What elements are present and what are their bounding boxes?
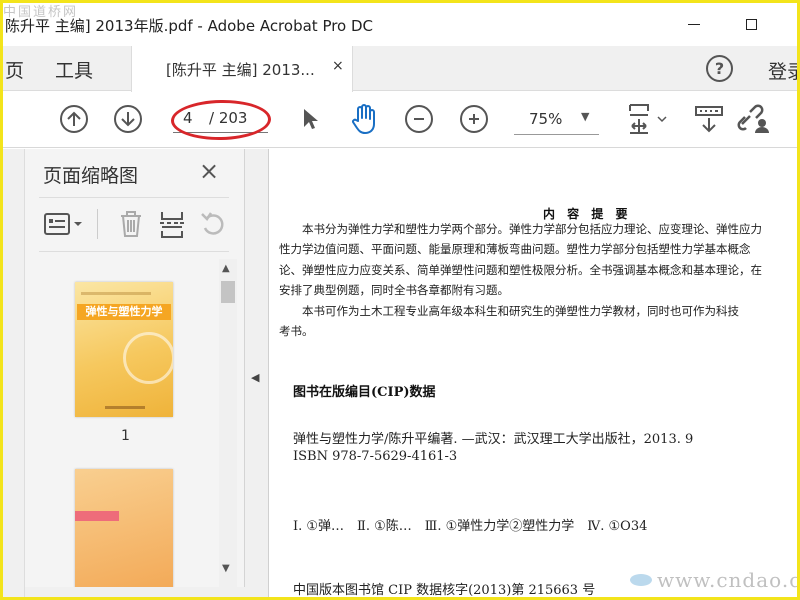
navigation-pane-strip: [3, 149, 25, 597]
select-tool-button[interactable]: [297, 102, 323, 136]
watermark-top-left: 中国道桥网: [3, 5, 79, 20]
zoom-out-button[interactable]: [405, 105, 433, 133]
title-bar: 陈升平 主编] 2013年版.pdf - Adobe Acrobat Pro D…: [3, 3, 797, 46]
cover-decoration: [123, 332, 173, 384]
sign-in-link[interactable]: 登录: [768, 57, 797, 84]
horizontal-scrollbar[interactable]: [25, 587, 245, 597]
maximize-button[interactable]: [736, 11, 766, 37]
trash-icon: [121, 211, 141, 237]
pointer-icon: [304, 109, 318, 129]
tab-bar: 页 工具 [陈升平 主编] 2013... × ? 登录: [3, 46, 797, 92]
fit-page-icon: [629, 104, 667, 134]
toolbar: 4 / 203 75% ▼: [3, 92, 797, 148]
minus-icon: [414, 118, 424, 120]
rotate-icon: [201, 212, 224, 235]
summary-line: 安排了典型例题，同时全书各章都附有习题。: [279, 283, 509, 297]
options-list-icon: [44, 213, 82, 235]
panel-collapse-strip[interactable]: ◀: [245, 149, 269, 597]
page-thumbnail-1[interactable]: 弹性与塑性力学: [75, 282, 173, 417]
highlight-ellipse: [170, 99, 272, 141]
close-tab-icon[interactable]: ×: [332, 58, 344, 74]
thumbnail-options-button[interactable]: [43, 209, 85, 239]
delete-page-button[interactable]: [117, 209, 145, 239]
summary-line: 考书。: [279, 324, 314, 338]
cip-line: ISBN 978-7-5629-4161-3: [293, 449, 458, 464]
arrow-down-icon: [121, 112, 135, 127]
plus-icon: [469, 114, 479, 124]
cover-title-band: [75, 511, 119, 521]
document-view[interactable]: 内 容 提 要 本书分为弹性力学和塑性力学两个部分。弹性力学部分包括应力理论、应…: [269, 149, 797, 598]
cip-line: 中国版本图书馆 CIP 数据核字(2013)第 215663 号: [293, 583, 596, 598]
thumbnail-list: 弹性与塑性力学 1: [25, 259, 219, 597]
rotate-page-button[interactable]: [199, 209, 227, 239]
document-tab[interactable]: [陈升平 主编] 2013... ×: [131, 46, 353, 92]
chevron-down-icon[interactable]: ▼: [581, 110, 589, 123]
summary-line: 论、弹塑性应力应变关系、简单弹塑性问题和塑性极限分析。全书强调基本概念和基本理论…: [279, 263, 762, 277]
page-thumbnail-2[interactable]: [75, 469, 173, 597]
arrow-up-icon: [67, 111, 81, 126]
help-icon[interactable]: ?: [706, 55, 733, 82]
collapse-left-icon[interactable]: ◀: [251, 371, 259, 384]
tab-home[interactable]: 页: [5, 56, 24, 83]
divider: [97, 209, 98, 239]
cover-series-line: [81, 292, 151, 295]
insert-page-icon: [160, 212, 184, 238]
zoom-level[interactable]: 75%: [529, 110, 562, 128]
hand-icon: [352, 104, 375, 134]
next-page-button[interactable]: [114, 105, 142, 133]
scroll-down-icon[interactable]: ▼: [222, 563, 230, 574]
minimize-button[interactable]: [679, 11, 709, 37]
cip-title: 图书在版编目(CIP)数据: [293, 385, 436, 400]
link-icon: [737, 104, 769, 133]
watermark-bottom-right: www.cndao.com: [657, 568, 800, 592]
panel-title: 页面缩略图: [43, 165, 139, 187]
divider: [39, 251, 229, 252]
close-panel-icon[interactable]: ×: [199, 157, 219, 185]
hand-tool-button[interactable]: [347, 102, 381, 136]
keyboard-icon: [695, 106, 723, 133]
thumbnail-scrollbar[interactable]: ▲ ▼: [219, 259, 237, 597]
minimize-icon: [688, 23, 700, 25]
acrobat-window: 陈升平 主编] 2013年版.pdf - Adobe Acrobat Pro D…: [0, 0, 800, 600]
watermark-logo: [630, 574, 652, 586]
zoom-underline: [514, 134, 599, 135]
scrollbar-thumb[interactable]: [221, 281, 235, 303]
maximize-icon: [745, 18, 757, 30]
cover-title: 弹性与塑性力学: [77, 304, 171, 320]
cover-publisher-line: [105, 406, 145, 409]
summary-line: 本书分为弹性力学和塑性力学两个部分。弹性力学部分包括应力理论、应变理论、弹性应力: [279, 222, 762, 236]
page-display-button[interactable]: [625, 102, 671, 136]
thumbnail-page-label: 1: [121, 428, 130, 444]
cip-line: Ⅰ. ①弹… Ⅱ. ①陈… Ⅲ. ①弹性力学②塑性力学 Ⅳ. ①O34: [293, 519, 648, 534]
insert-page-button[interactable]: [158, 209, 186, 239]
divider: [39, 197, 229, 198]
keyboard-tool-button[interactable]: [693, 102, 725, 136]
previous-page-button[interactable]: [60, 105, 88, 133]
summary-line: 本书可作为土木工程专业高年级本科生和研究生的弹塑性力学教材，同时也可作为科技: [279, 304, 739, 318]
page-thumbnails-panel: 页面缩略图 × 弹性与塑性力学 1 ▲ ▼: [25, 149, 245, 597]
cip-line: 弹性与塑性力学/陈升平编著. —武汉：武汉理工大学出版社，2013. 9: [293, 432, 694, 447]
document-tab-label: [陈升平 主编] 2013...: [166, 61, 315, 79]
scroll-up-icon[interactable]: ▲: [222, 263, 230, 274]
tab-tools[interactable]: 工具: [55, 56, 93, 83]
summary-line: 性力学边值问题、平面问题、能量原理和薄板弯曲问题。塑性力学部分包括塑性力学基本概…: [279, 242, 751, 256]
zoom-in-button[interactable]: [460, 105, 488, 133]
share-link-button[interactable]: [736, 102, 770, 136]
